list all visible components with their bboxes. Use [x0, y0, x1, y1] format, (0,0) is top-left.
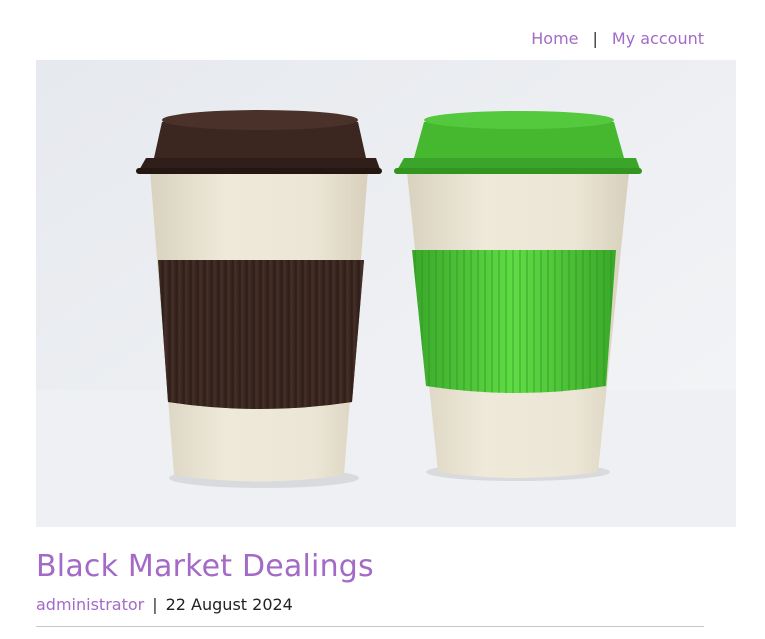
post-author-link[interactable]: administrator: [36, 595, 144, 615]
nav-home-link[interactable]: Home: [531, 29, 578, 49]
top-navigation: Home | My account: [531, 29, 704, 49]
meta-separator: |: [152, 595, 158, 614]
nav-my-account-link[interactable]: My account: [612, 29, 704, 49]
brown-cup: [136, 110, 382, 488]
page: Home | My account Black Market Dealings …: [0, 0, 765, 639]
post-meta: administrator | 22 August 2024: [36, 595, 293, 615]
hero-image[interactable]: [36, 60, 736, 527]
nav-separator: |: [592, 29, 598, 48]
post-date: 22 August 2024: [165, 595, 293, 614]
post-title[interactable]: Black Market Dealings: [36, 547, 374, 587]
divider: [36, 626, 704, 627]
